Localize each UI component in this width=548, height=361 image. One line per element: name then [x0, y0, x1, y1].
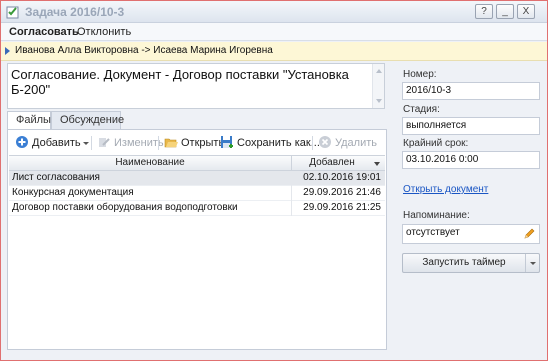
- scroll-down-icon[interactable]: [376, 99, 382, 103]
- toolbar-divider: [158, 136, 159, 150]
- edit-icon: [99, 138, 110, 148]
- start-timer-label: Запустить таймер: [422, 257, 506, 268]
- close-button[interactable]: X: [517, 4, 535, 19]
- open-document-link[interactable]: Открыть документ: [403, 184, 488, 195]
- reminder-field[interactable]: отсутствует: [402, 224, 540, 244]
- table-row[interactable]: Лист согласования 02.10.2016 19:01: [9, 171, 385, 186]
- action-menu-bar: Согласовать Отклонить: [1, 23, 547, 41]
- cell-divider: [291, 171, 292, 186]
- reminder-value: отсутствует: [406, 227, 460, 238]
- save-disk-icon: [221, 136, 233, 149]
- help-button[interactable]: ?: [475, 4, 493, 19]
- add-circle-icon: [16, 136, 28, 149]
- edit-label: Изменить: [114, 137, 164, 149]
- files-grid: Наименование Добавлен Лист согласования …: [9, 155, 385, 216]
- task-window: Задача 2016/10-3 ? _ X Согласовать Откло…: [0, 0, 548, 361]
- row-file-name: Лист согласования: [12, 172, 100, 183]
- save-as-label: Сохранить как...: [237, 137, 320, 149]
- scroll-up-icon[interactable]: [376, 69, 382, 73]
- subject-textbox[interactable]: Согласование. Документ - Договор поставк…: [7, 63, 385, 109]
- route-bar: Иванова Алла Викторовна -> Исаева Марина…: [1, 42, 547, 61]
- window-title: Задача 2016/10-3: [25, 5, 125, 19]
- subject-scrollbar[interactable]: [372, 64, 384, 108]
- reminder-label: Напоминание:: [403, 210, 470, 221]
- deadline-field[interactable]: 03.10.2016 0:00: [402, 151, 540, 169]
- row-file-name: Конкурсная документация: [12, 187, 134, 198]
- grid-header: Наименование Добавлен: [9, 155, 385, 171]
- table-row[interactable]: Конкурсная документация 29.09.2016 21:46: [9, 186, 385, 201]
- delete-icon: [319, 136, 331, 149]
- route-text: Иванова Алла Викторовна -> Исаева Марина…: [15, 45, 273, 56]
- title-bar[interactable]: Задача 2016/10-3 ? _ X: [1, 1, 547, 23]
- row-file-name: Договор поставки оборудования водоподгот…: [12, 202, 238, 213]
- number-field[interactable]: 2016/10-3: [402, 82, 540, 100]
- tab-files[interactable]: Файлы: [7, 111, 51, 130]
- open-button[interactable]: Открыть: [164, 135, 224, 151]
- table-row[interactable]: Договор поставки оборудования водоподгот…: [9, 201, 385, 216]
- subject-text: Согласование. Документ - Договор поставк…: [11, 67, 349, 97]
- minimize-button[interactable]: _: [496, 4, 514, 19]
- cell-divider: [291, 186, 292, 201]
- reject-action[interactable]: Отклонить: [77, 26, 131, 38]
- column-added-header[interactable]: Добавлен: [292, 157, 372, 168]
- approve-action[interactable]: Согласовать: [9, 26, 79, 38]
- save-as-button[interactable]: Сохранить как...: [220, 135, 320, 151]
- edit-button[interactable]: Изменить: [97, 135, 164, 151]
- files-panel: Добавить Изменить Открыть Сохранить как.…: [7, 129, 387, 350]
- number-label: Номер:: [403, 69, 437, 80]
- tab-discussion[interactable]: Обсуждение: [51, 111, 124, 129]
- stage-field[interactable]: выполняется: [402, 117, 540, 135]
- cell-divider: [291, 201, 292, 216]
- sort-descending-icon[interactable]: [374, 162, 380, 166]
- arrow-right-icon: [5, 47, 10, 55]
- pencil-icon[interactable]: [523, 227, 536, 240]
- toolbar-divider: [91, 136, 92, 150]
- task-checklist-icon: [6, 6, 19, 19]
- row-added-date: 29.09.2016 21:46: [303, 187, 381, 198]
- dropdown-caret-icon: [82, 141, 89, 145]
- open-label: Открыть: [181, 137, 225, 149]
- add-label: Добавить: [32, 137, 81, 149]
- add-button[interactable]: Добавить: [15, 135, 89, 151]
- delete-button[interactable]: Удалить: [318, 135, 377, 151]
- column-name-header[interactable]: Наименование: [9, 157, 291, 168]
- deadline-label: Крайний срок:: [403, 138, 469, 149]
- stage-label: Стадия:: [403, 104, 440, 115]
- toolbar-divider: [312, 136, 313, 150]
- files-toolbar: Добавить Изменить Открыть Сохранить как.…: [9, 132, 385, 154]
- timer-dropdown-icon[interactable]: [525, 254, 539, 272]
- row-added-date: 29.09.2016 21:25: [303, 202, 381, 213]
- row-added-date: 02.10.2016 19:01: [303, 172, 381, 183]
- delete-label: Удалить: [335, 137, 377, 149]
- start-timer-button[interactable]: Запустить таймер: [402, 253, 540, 273]
- folder-open-icon: [164, 138, 178, 148]
